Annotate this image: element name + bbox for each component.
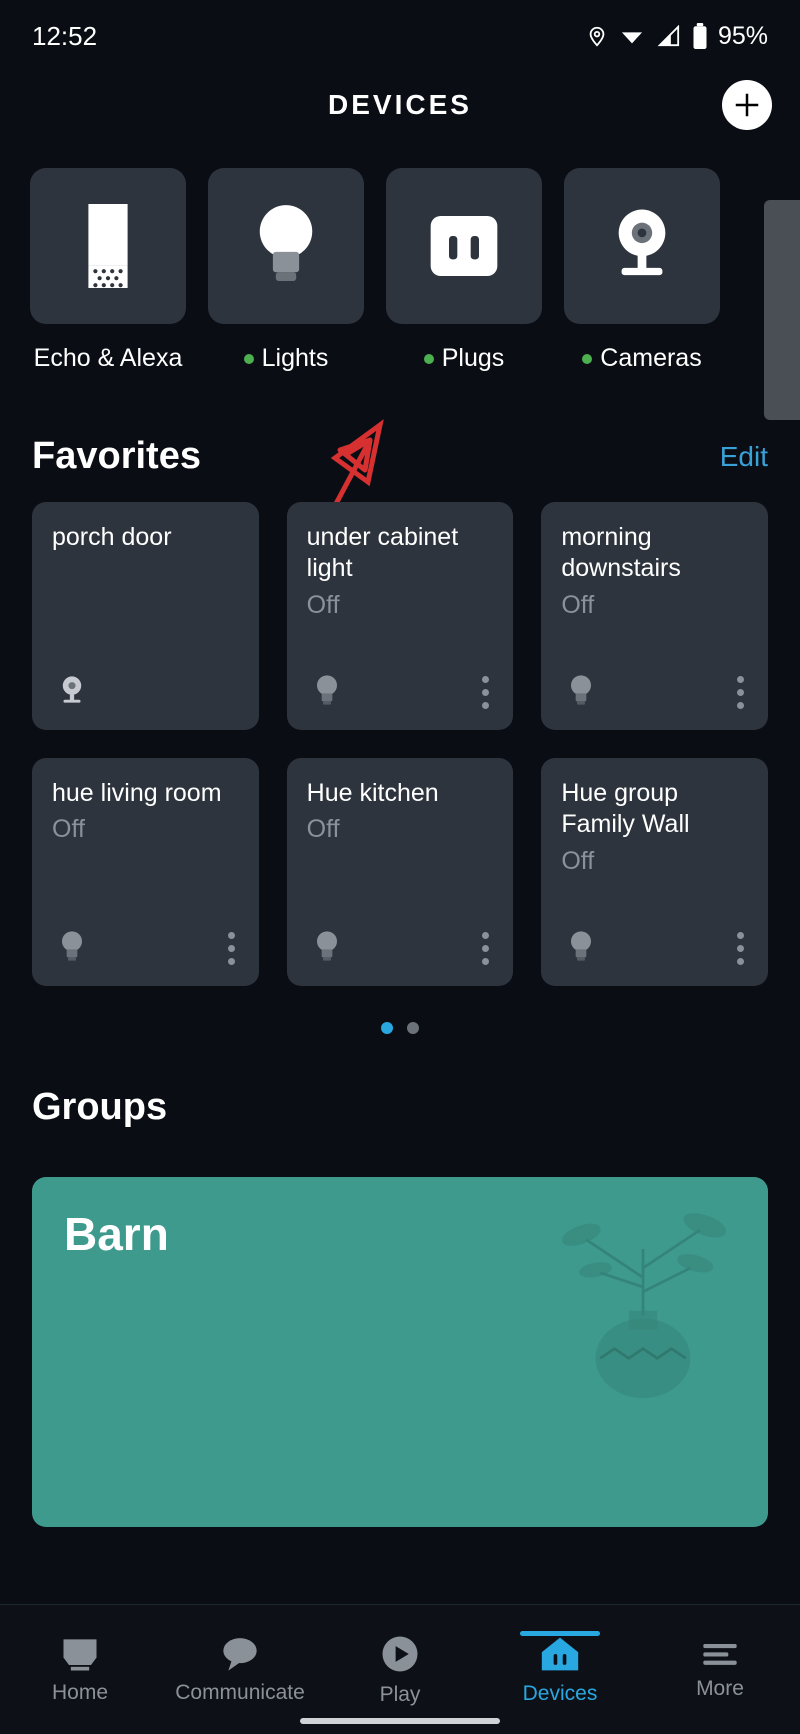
pager-dot[interactable] bbox=[407, 1022, 419, 1034]
bulb-small-icon bbox=[561, 668, 601, 716]
nav-play[interactable]: Play bbox=[325, 1633, 475, 1707]
nav-more[interactable]: More bbox=[645, 1639, 795, 1701]
category-tile bbox=[564, 168, 720, 324]
favorite-menu-button[interactable] bbox=[737, 932, 748, 965]
wifi-icon bbox=[618, 25, 646, 47]
favorite-menu-button[interactable] bbox=[482, 676, 493, 709]
bulb-small-icon bbox=[307, 668, 347, 716]
category-tile bbox=[386, 168, 542, 324]
battery-icon bbox=[692, 23, 708, 49]
favorite-card-under-cabinet-light[interactable]: under cabinet light Off bbox=[287, 502, 514, 730]
nav-communicate[interactable]: Communicate bbox=[165, 1635, 315, 1705]
category-tile bbox=[208, 168, 364, 324]
camera-small-icon bbox=[52, 668, 92, 716]
camera-icon bbox=[607, 206, 677, 286]
plant-decor-icon bbox=[548, 1201, 738, 1411]
echo-icon bbox=[80, 201, 136, 291]
nav-label: Communicate bbox=[175, 1681, 305, 1705]
plug-icon bbox=[424, 206, 504, 286]
category-tile bbox=[30, 168, 186, 324]
chat-icon bbox=[220, 1635, 260, 1673]
bottom-nav: Home Communicate Play Devices More bbox=[0, 1604, 800, 1734]
plus-icon bbox=[732, 90, 762, 120]
battery-percent: 95% bbox=[718, 22, 768, 51]
category-label: Echo & Alexa bbox=[34, 344, 183, 373]
favorite-state: Off bbox=[561, 847, 748, 876]
favorite-state: Off bbox=[561, 591, 748, 620]
status-dot-icon bbox=[244, 354, 254, 364]
home-icon bbox=[58, 1635, 102, 1673]
location-icon bbox=[586, 23, 608, 49]
groups-header: Groups bbox=[0, 1044, 800, 1153]
status-right: 95% bbox=[586, 22, 768, 51]
header: DEVICES bbox=[0, 60, 800, 150]
favorite-name: under cabinet light bbox=[307, 522, 494, 585]
favorite-card-porch-door[interactable]: porch door bbox=[32, 502, 259, 730]
category-label: Lights bbox=[262, 344, 329, 373]
status-bar: 12:52 95% bbox=[0, 0, 800, 60]
nav-label: Home bbox=[52, 1681, 108, 1705]
favorite-card-hue-kitchen[interactable]: Hue kitchen Off bbox=[287, 758, 514, 986]
favorite-menu-button[interactable] bbox=[482, 932, 493, 965]
favorite-name: Hue kitchen bbox=[307, 778, 494, 809]
favorites-grid: porch door under cabinet light Off morni… bbox=[0, 502, 800, 986]
category-echo-alexa[interactable]: Echo & Alexa bbox=[30, 168, 186, 373]
devices-icon bbox=[538, 1634, 582, 1674]
page-title: DEVICES bbox=[328, 89, 472, 121]
favorite-card-morning-downstairs[interactable]: morning downstairs Off bbox=[541, 502, 768, 730]
bulb-icon bbox=[251, 201, 321, 291]
favorite-card-hue-living-room[interactable]: hue living room Off bbox=[32, 758, 259, 986]
scroll-peek[interactable] bbox=[764, 200, 800, 420]
bulb-small-icon bbox=[561, 924, 601, 972]
category-cameras[interactable]: Cameras bbox=[564, 168, 720, 373]
groups-title: Groups bbox=[32, 1086, 167, 1129]
category-lights[interactable]: Lights bbox=[208, 168, 364, 373]
category-plugs[interactable]: Plugs bbox=[386, 168, 542, 373]
category-label-row: Lights bbox=[244, 344, 329, 373]
favorite-state: Off bbox=[307, 591, 494, 620]
favorites-title: Favorites bbox=[32, 435, 201, 478]
favorite-state: Off bbox=[52, 815, 239, 844]
status-time: 12:52 bbox=[32, 21, 97, 52]
nav-label: Devices bbox=[523, 1682, 598, 1706]
bulb-small-icon bbox=[307, 924, 347, 972]
category-row[interactable]: Echo & Alexa Lights Plugs Cameras bbox=[0, 150, 800, 373]
nav-label: More bbox=[696, 1677, 744, 1701]
play-icon bbox=[379, 1633, 421, 1675]
favorite-card-hue-group-family-wall[interactable]: Hue group Family Wall Off bbox=[541, 758, 768, 986]
pager-dot-active[interactable] bbox=[381, 1022, 393, 1034]
more-icon bbox=[700, 1639, 740, 1669]
nav-active-indicator bbox=[520, 1631, 600, 1636]
add-device-button[interactable] bbox=[722, 80, 772, 130]
android-home-indicator[interactable] bbox=[300, 1718, 500, 1724]
favorites-edit-button[interactable]: Edit bbox=[720, 441, 768, 473]
category-label-row: Plugs bbox=[424, 344, 505, 373]
category-label: Cameras bbox=[600, 344, 701, 373]
favorite-name: morning downstairs bbox=[561, 522, 748, 585]
nav-label: Play bbox=[380, 1683, 421, 1707]
category-label: Plugs bbox=[442, 344, 505, 373]
favorite-name: porch door bbox=[52, 522, 239, 553]
nav-home[interactable]: Home bbox=[5, 1635, 155, 1705]
favorite-menu-button[interactable] bbox=[737, 676, 748, 709]
favorite-name: Hue group Family Wall bbox=[561, 778, 748, 841]
status-dot-icon bbox=[582, 354, 592, 364]
nav-devices[interactable]: Devices bbox=[485, 1634, 635, 1706]
group-card-barn[interactable]: Barn bbox=[32, 1177, 768, 1527]
favorite-state: Off bbox=[307, 815, 494, 844]
signal-icon bbox=[656, 25, 682, 47]
bulb-small-icon bbox=[52, 924, 92, 972]
category-label-row: Echo & Alexa bbox=[34, 344, 183, 373]
favorites-header: Favorites Edit bbox=[0, 373, 800, 502]
favorites-pager[interactable] bbox=[0, 986, 800, 1044]
favorite-menu-button[interactable] bbox=[228, 932, 239, 965]
status-dot-icon bbox=[424, 354, 434, 364]
favorite-name: hue living room bbox=[52, 778, 239, 809]
category-label-row: Cameras bbox=[582, 344, 701, 373]
